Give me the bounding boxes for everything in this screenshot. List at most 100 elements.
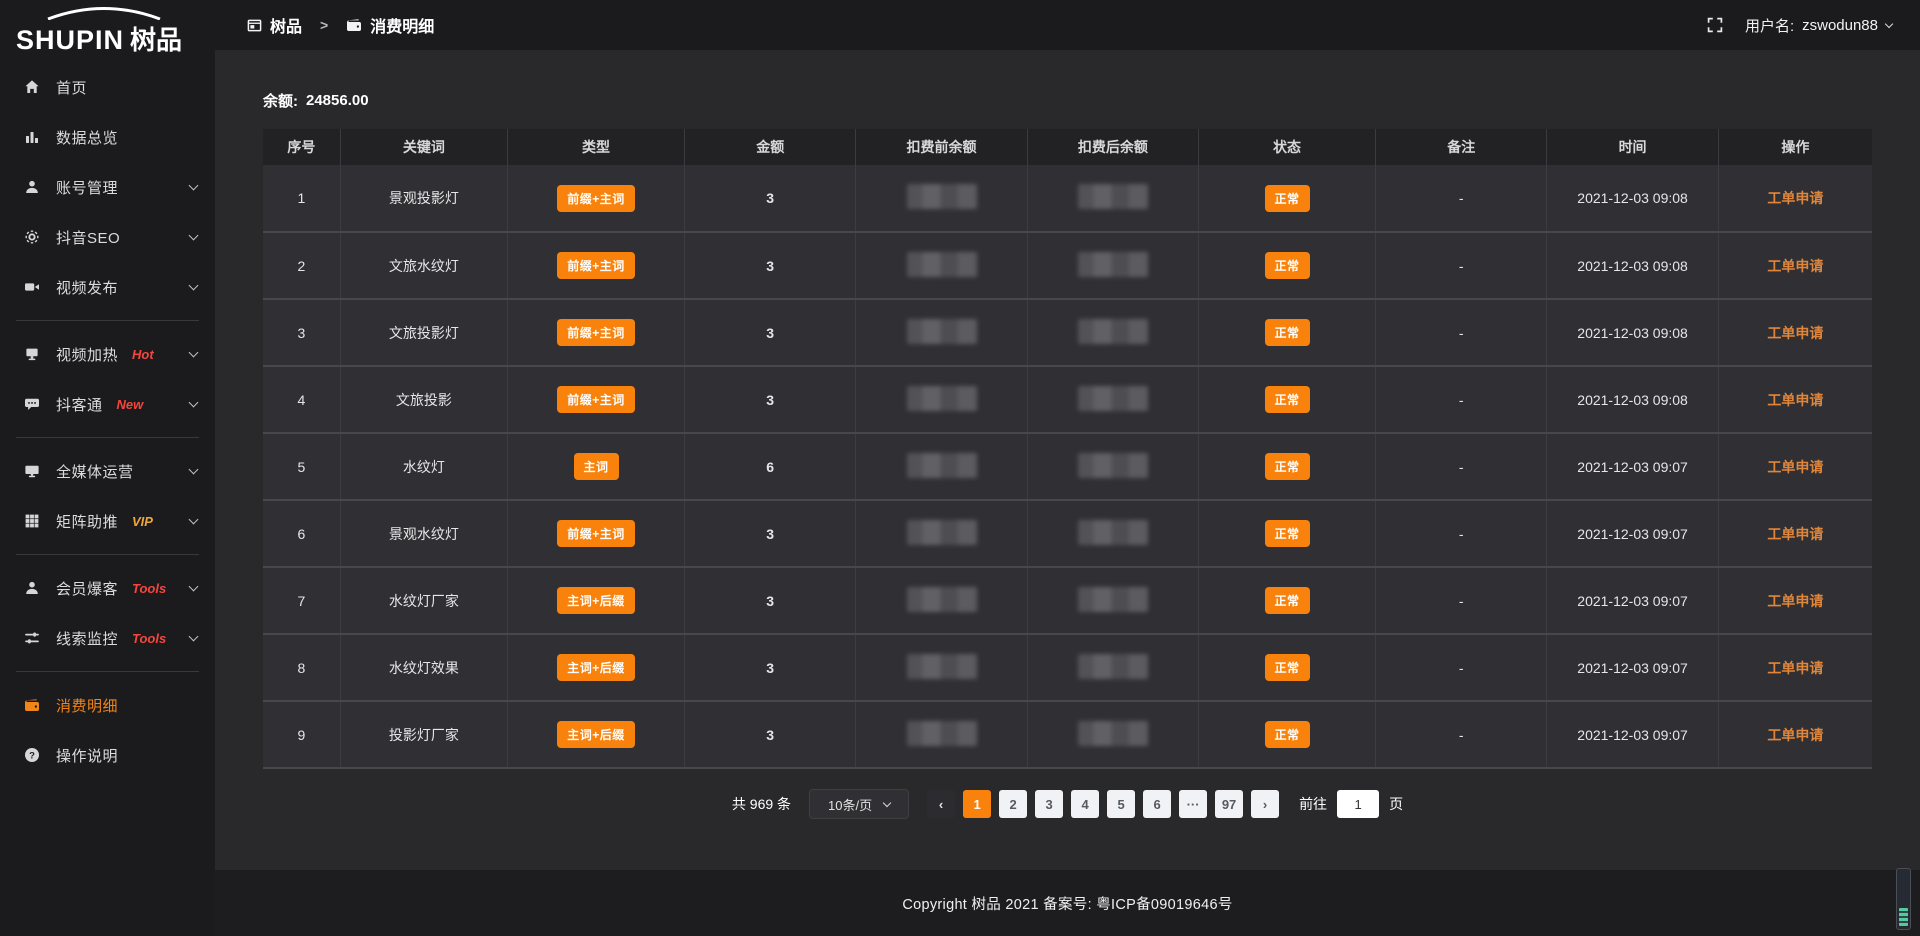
wallet-icon [24,697,42,713]
sidebar-item-matrix-boost[interactable]: 矩阵助推 VIP [0,496,215,546]
cell-remark: - [1376,567,1547,634]
column-header: 类型 [508,129,685,165]
consumption-table: 序号关键词类型金额扣费前余额扣费后余额状态备注时间操作 1景观投影灯前缀+主词3… [263,129,1872,769]
sliders-icon [24,630,42,646]
masked-balance-after [1078,520,1148,545]
work-order-link[interactable]: 工单申请 [1767,392,1823,408]
masked-balance-before [907,252,977,277]
cell-action: 工单申请 [1718,567,1872,634]
cell-no: 2 [263,232,340,299]
board-icon [247,18,262,33]
cell-balance-after [1027,701,1198,768]
page-button-6[interactable]: 6 [1143,790,1171,818]
sidebar-item-clue-monitor[interactable]: 线索监控 Tools [0,613,215,663]
breadcrumb-item-root[interactable]: 树品 [270,13,302,37]
sidebar-item-home[interactable]: 首页 [0,62,215,112]
page-button-5[interactable]: 5 [1107,790,1135,818]
work-order-link[interactable]: 工单申请 [1767,325,1823,341]
cell-status: 正常 [1199,433,1376,500]
column-header: 关键词 [340,129,507,165]
cell-no: 8 [263,634,340,701]
chevron-down-icon [189,631,199,641]
copyright-text: Copyright 树品 2021 备案号: 粤ICP备09019646号 [902,893,1232,914]
sidebar-item-tag: Hot [132,347,154,362]
sidebar-item-operation-guide[interactable]: ? 操作说明 [0,730,215,780]
page-size-select[interactable]: 10条/页 [809,789,909,819]
work-order-link[interactable]: 工单申请 [1767,593,1823,609]
prev-page-button[interactable]: ‹ [927,790,955,818]
sidebar-item-douketong[interactable]: 抖客通 New [0,379,215,429]
cell-amount: 3 [685,299,856,366]
cell-no: 6 [263,500,340,567]
page-buttons: 123456 ··· 97 [963,790,1243,818]
gear-icon [24,229,42,245]
page-button-1[interactable]: 1 [963,790,991,818]
masked-balance-before [907,587,977,612]
sidebar-item-video-heat[interactable]: 视频加热 Hot [0,329,215,379]
masked-balance-before [907,453,977,478]
sidebar-item-member-burst[interactable]: 会员爆客 Tools [0,563,215,613]
page-size-value: 10条/页 [828,795,872,814]
cell-keyword: 文旅投影 [340,366,507,433]
sidebar-item-data-overview[interactable]: 数据总览 [0,112,215,162]
sidebar-item-video-publish[interactable]: 视频发布 [0,262,215,312]
balance: 余额: 24856.00 [263,90,1872,111]
floating-widget[interactable] [1896,868,1911,930]
work-order-link[interactable]: 工单申请 [1767,660,1823,676]
cell-balance-after [1027,232,1198,299]
column-header: 扣费后余额 [1027,129,1198,165]
amount-value: 3 [766,526,774,542]
cell-balance-after [1027,165,1198,232]
cell-balance-before [856,634,1027,701]
wallet-icon [346,17,362,33]
cell-type: 前缀+主词 [508,299,685,366]
page-button-4[interactable]: 4 [1071,790,1099,818]
work-order-link[interactable]: 工单申请 [1767,459,1823,475]
cell-remark: - [1376,165,1547,232]
sidebar-item-consume-detail[interactable]: 消费明细 [0,680,215,730]
amount-value: 3 [766,660,774,676]
sidebar-item-tag: Tools [132,631,166,646]
page-ellipsis-button[interactable]: ··· [1179,790,1207,818]
sidebar-item-douyin-seo[interactable]: 抖音SEO [0,212,215,262]
column-header: 扣费前余额 [856,129,1027,165]
goto-page-input[interactable] [1337,790,1379,818]
column-header: 时间 [1547,129,1718,165]
work-order-link[interactable]: 工单申请 [1767,727,1823,743]
page-button-2[interactable]: 2 [999,790,1027,818]
amount-value: 3 [766,325,774,341]
sidebar-divider [16,671,199,672]
work-order-link[interactable]: 工单申请 [1767,258,1823,274]
sidebar-item-label: 数据总览 [56,127,118,148]
sidebar-item-account-manage[interactable]: 账号管理 [0,162,215,212]
cell-balance-before [856,299,1027,366]
type-badge: 前缀+主词 [557,520,635,547]
chevron-down-icon [189,180,199,190]
status-badge: 正常 [1265,386,1310,413]
cell-type: 主词 [508,433,685,500]
sidebar-item-tag: Tools [132,581,166,596]
amount-value: 6 [766,459,774,475]
column-header: 序号 [263,129,340,165]
cell-keyword: 水纹灯效果 [340,634,507,701]
masked-balance-after [1078,386,1148,411]
page-button-3[interactable]: 3 [1035,790,1063,818]
logo-arc [44,6,164,20]
sidebar-item-all-media[interactable]: 全媒体运营 [0,446,215,496]
table-row: 8水纹灯效果主词+后缀3正常-2021-12-03 09:07工单申请 [263,634,1872,701]
cell-time: 2021-12-03 09:08 [1547,165,1718,232]
sidebar-item-tag: New [117,397,144,412]
work-order-link[interactable]: 工单申请 [1767,190,1823,206]
next-page-button[interactable]: › [1251,790,1279,818]
work-order-link[interactable]: 工单申请 [1767,526,1823,542]
cell-type: 前缀+主词 [508,500,685,567]
masked-balance-after [1078,252,1148,277]
topbar-right: 用户名: zswodun88 [1707,15,1892,36]
cell-remark: - [1376,433,1547,500]
fullscreen-icon[interactable] [1707,17,1723,33]
page-button-97[interactable]: 97 [1215,790,1243,818]
cell-no: 9 [263,701,340,768]
column-header: 状态 [1199,129,1376,165]
logo-text-cn: 树品 [130,25,182,55]
user-dropdown[interactable]: 用户名: zswodun88 [1745,15,1892,36]
